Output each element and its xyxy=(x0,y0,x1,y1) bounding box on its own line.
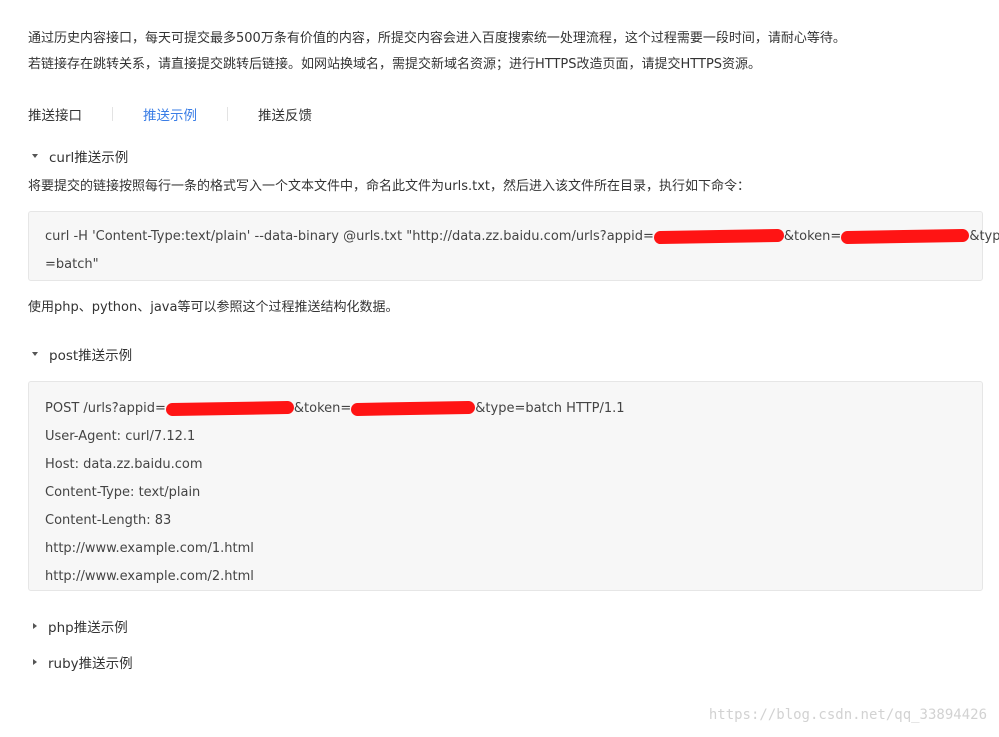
post-code-line-1: POST /urls?appid= &token= &type=batch HTTP… xyxy=(45,395,966,423)
tab-divider xyxy=(112,107,113,121)
intro-line-2: 若链接存在跳转关系，请直接提交跳转后链接。如网站换域名，需提交新域名资源；进行H… xyxy=(28,57,762,72)
php-section-toggle[interactable]: php推送示例 xyxy=(32,616,128,636)
post-code-line: Content-Type: text/plain xyxy=(45,485,201,500)
post-code-line: Host: data.zz.baidu.com xyxy=(45,457,203,472)
tab-push-api[interactable]: 推送接口 xyxy=(28,104,82,124)
curl-note: 使用php、python、java等可以参照这个过程推送结构化数据。 xyxy=(28,300,399,315)
post-token-label: &token= xyxy=(293,401,352,416)
tab-push-example[interactable]: 推送示例 xyxy=(143,104,197,124)
post-code-line: Content-Length: 83 xyxy=(45,513,172,528)
post-section-title: post推送示例 xyxy=(49,348,133,364)
ruby-section-title: ruby推送示例 xyxy=(48,656,133,672)
post-code-line: http://www.example.com/1.html xyxy=(45,541,254,556)
curl-section-toggle[interactable]: curl推送示例 xyxy=(32,146,128,166)
curl-code-text: curl -H 'Content-Type:text/plain' --data… xyxy=(45,229,654,244)
post-code-line: http://www.example.com/2.html xyxy=(45,569,254,584)
caret-right-icon xyxy=(33,623,37,629)
intro-line-1: 通过历史内容接口，每天可提交最多500万条有价值的内容，所提交内容会进入百度搜索… xyxy=(28,31,846,46)
caret-down-icon xyxy=(32,154,38,158)
curl-code-block: curl -H 'Content-Type:text/plain' --data… xyxy=(28,211,999,281)
curl-code-line-1: curl -H 'Content-Type:text/plain' --data… xyxy=(45,223,999,251)
curl-code-type: &type xyxy=(969,229,999,244)
curl-code-token: &token= xyxy=(783,229,842,244)
post-request-line: POST /urls?appid= xyxy=(45,401,166,416)
post-code-block: POST /urls?appid= &token= &type=batch HTTP… xyxy=(28,381,983,591)
redacted-appid xyxy=(165,400,294,417)
watermark: https://blog.csdn.net/qq_33894426 xyxy=(708,707,987,723)
redacted-token xyxy=(841,228,970,245)
redacted-appid xyxy=(653,228,785,245)
tab-bar: 推送接口 推送示例 推送反馈 xyxy=(28,103,312,125)
tab-divider xyxy=(227,107,228,121)
curl-description: 将要提交的链接按照每行一条的格式写入一个文本文件中，命名此文件为urls.txt… xyxy=(28,179,750,194)
post-code-line: User-Agent: curl/7.12.1 xyxy=(45,429,196,444)
curl-code-line-2: =batch" xyxy=(45,257,99,272)
curl-section-title: curl推送示例 xyxy=(49,150,129,166)
php-section-title: php推送示例 xyxy=(48,620,128,636)
redacted-token xyxy=(351,400,476,417)
caret-right-icon xyxy=(33,659,37,665)
intro-text: 通过历史内容接口，每天可提交最多500万条有价值的内容，所提交内容会进入百度搜索… xyxy=(28,26,846,78)
post-section-toggle[interactable]: post推送示例 xyxy=(32,344,132,364)
caret-down-icon xyxy=(32,352,38,356)
post-request-tail: &type=batch HTTP/1.1 xyxy=(475,401,625,416)
ruby-section-toggle[interactable]: ruby推送示例 xyxy=(32,652,133,672)
page: 通过历史内容接口，每天可提交最多500万条有价值的内容，所提交内容会进入百度搜索… xyxy=(0,0,999,737)
tab-push-feedback[interactable]: 推送反馈 xyxy=(258,104,312,124)
